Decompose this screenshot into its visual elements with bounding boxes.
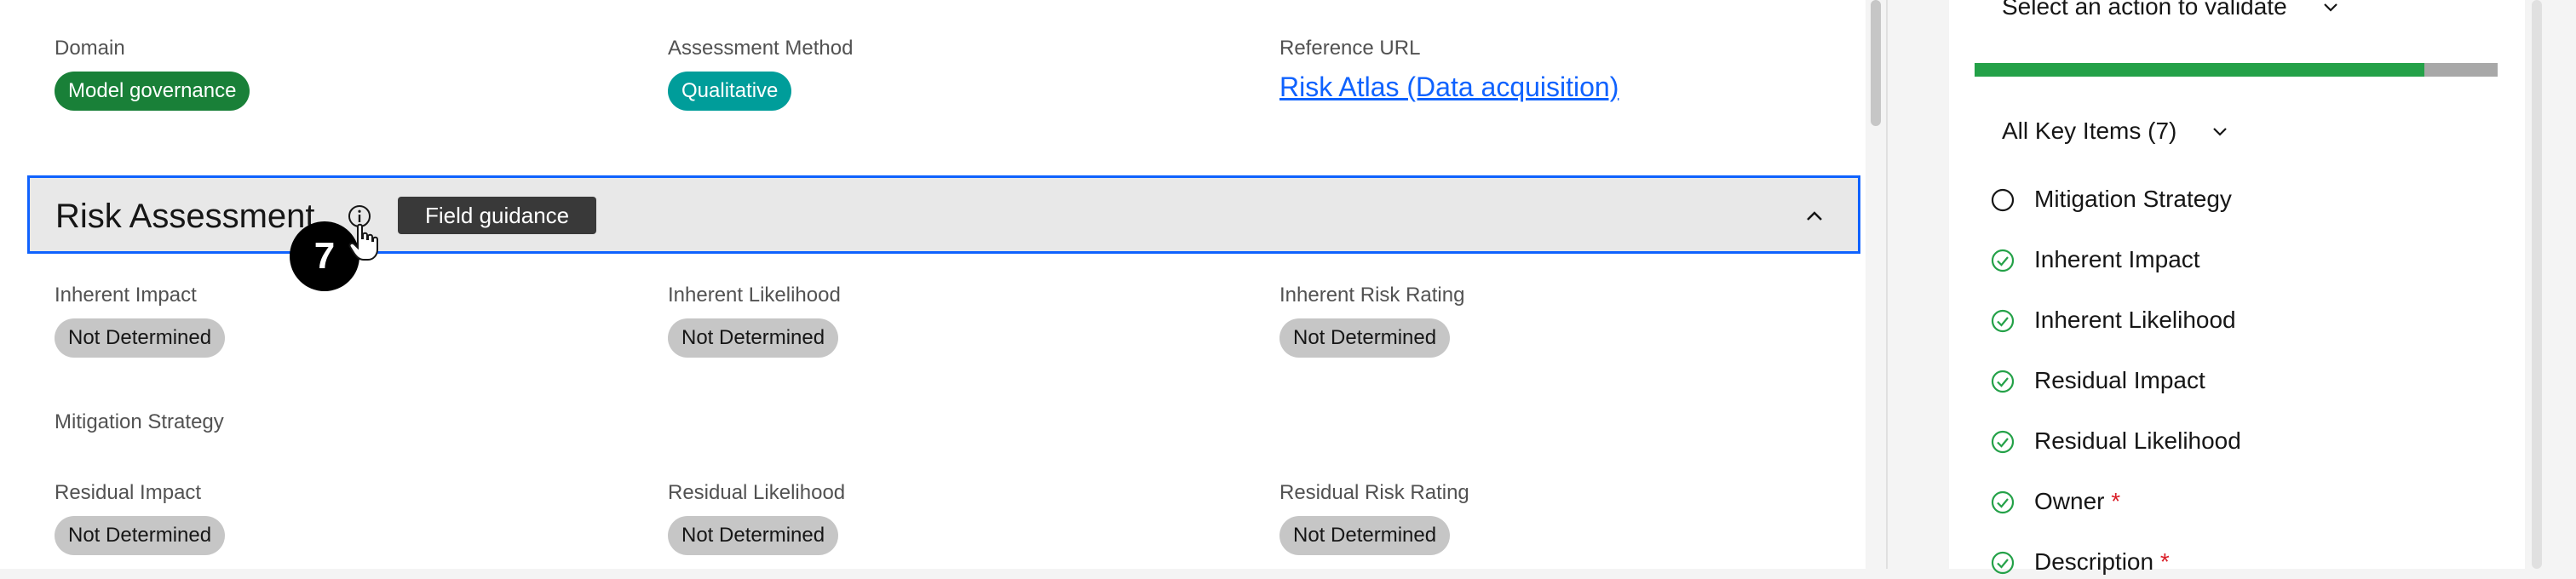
key-item-label: Residual Likelihood (2034, 427, 2241, 454)
field-guidance-tooltip: Field guidance (398, 197, 597, 234)
residual-likelihood-tag: Not Determined (668, 516, 839, 555)
inherent-likelihood-tag: Not Determined (668, 318, 839, 358)
inherent-impact-tag: Not Determined (55, 318, 226, 358)
key-item-label: Inherent Likelihood (2034, 307, 2236, 333)
inherent-risk-rating-field: Inherent Risk Rating Not Determined (1279, 283, 1464, 358)
validation-progress-bar (1975, 63, 2498, 77)
key-item-label: Residual Impact (2034, 367, 2205, 393)
residual-likelihood-field: Residual Likelihood Not Determined (668, 480, 845, 555)
mitigation-strategy-label: Mitigation Strategy (55, 410, 224, 433)
required-marker: * (2153, 548, 2170, 575)
action-select[interactable]: Select an action to validate (2002, 0, 2287, 22)
panel-divider (1886, 0, 1888, 569)
chevron-up-icon[interactable] (1802, 204, 1827, 229)
validation-progress-fill (1975, 63, 2425, 77)
inherent-risk-rating-label: Inherent Risk Rating (1279, 284, 1465, 307)
residual-likelihood-label: Residual Likelihood (668, 481, 846, 504)
reference-url-label: Reference URL (1279, 37, 1421, 60)
side-scrollbar-thumb[interactable] (2532, 0, 2542, 569)
key-item-label: Inherent Impact (2034, 246, 2200, 272)
checkmark-circle-icon (1991, 249, 2015, 272)
assessment-method-label: Assessment Method (668, 37, 854, 60)
assessment-method-tag: Qualitative (668, 72, 792, 111)
checkmark-circle-icon (1991, 309, 2015, 333)
inherent-likelihood-field: Inherent Likelihood Not Determined (668, 283, 841, 358)
empty-circle-icon (1991, 188, 2015, 212)
hand-pointer-icon (348, 223, 378, 261)
main-scrollbar-thumb[interactable] (1871, 0, 1881, 126)
key-item-label: Owner * (2034, 488, 2121, 514)
key-item-label: Mitigation Strategy (2034, 186, 2232, 212)
domain-label: Domain (55, 37, 125, 60)
validation-side-panel: Select an action to validate All Key Ite… (1949, 0, 2525, 575)
required-marker: * (2104, 488, 2121, 514)
checkmark-circle-icon (1991, 551, 2015, 575)
main-content: Domain Model governance Assessment Metho… (0, 0, 1886, 569)
checkmark-circle-icon (1991, 370, 2015, 393)
residual-impact-tag: Not Determined (55, 516, 226, 555)
residual-impact-field: Residual Impact Not Determined (55, 480, 226, 555)
reference-url-link[interactable]: Risk Atlas (Data acquisition) (1279, 72, 1619, 103)
mitigation-strategy-field: Mitigation Strategy (55, 410, 224, 435)
key-item-label: Description * (2034, 548, 2170, 575)
domain-field: Domain Model governance (55, 36, 250, 111)
key-items-dropdown[interactable]: All Key Items (7) (2002, 116, 2176, 146)
checkmark-circle-icon (1991, 430, 2015, 454)
chevron-down-icon[interactable] (2210, 121, 2230, 141)
residual-risk-rating-label: Residual Risk Rating (1279, 481, 1469, 504)
risk-assessment-title: Risk Assessment (55, 198, 315, 235)
domain-tag: Model governance (55, 72, 250, 111)
inherent-risk-rating-tag: Not Determined (1279, 318, 1451, 358)
inherent-impact-label: Inherent Impact (55, 284, 197, 307)
residual-risk-rating-tag: Not Determined (1279, 516, 1451, 555)
reference-url-field: Reference URL Risk Atlas (Data acquisiti… (1279, 36, 1619, 103)
residual-risk-rating-field: Residual Risk Rating Not Determined (1279, 480, 1469, 555)
residual-impact-label: Residual Impact (55, 481, 202, 504)
checkmark-circle-icon (1991, 490, 2015, 514)
inherent-likelihood-label: Inherent Likelihood (668, 284, 841, 307)
inherent-impact-field: Inherent Impact Not Determined (55, 283, 226, 358)
chevron-down-icon[interactable] (2320, 0, 2341, 17)
assessment-method-field: Assessment Method Qualitative (668, 36, 853, 111)
